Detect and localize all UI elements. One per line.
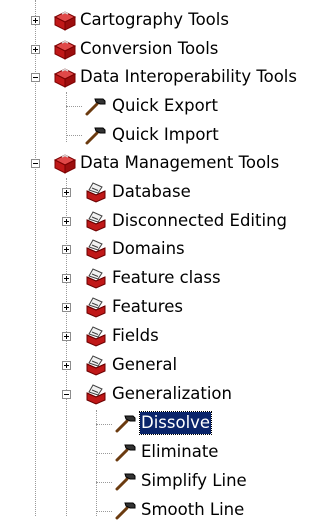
tree-item-general[interactable]: General (0, 351, 329, 380)
collapse-toggle[interactable] (62, 390, 71, 399)
tree-item-label: Quick Export (112, 96, 218, 115)
tree-item-label: Fields (112, 326, 159, 345)
open-toolset-icon (86, 297, 106, 318)
tree-item-label: Features (112, 297, 183, 316)
tree-item-label: Smooth Line (141, 500, 245, 519)
tree-item-label: Eliminate (141, 442, 219, 461)
tree-item-label: Conversion Tools (80, 39, 219, 58)
tree-item-label: Database (112, 182, 191, 201)
tree-item-data-management-tools[interactable]: Data Management Tools (0, 149, 329, 178)
expand-toggle[interactable] (62, 245, 71, 254)
red-toolbox-icon (53, 40, 77, 60)
tree-item-quick-import[interactable]: Quick Import (0, 121, 329, 150)
open-toolset-icon (86, 326, 106, 347)
tree-item-data-interoperability-tools[interactable]: Data Interoperability Tools (0, 63, 329, 92)
collapse-toggle[interactable] (31, 73, 40, 82)
expand-toggle[interactable] (62, 361, 71, 370)
tree-item-dissolve[interactable]: Dissolve (0, 409, 329, 438)
tree-item-generalization[interactable]: Generalization (0, 380, 329, 409)
toolbox-tree: Cartography Tools Conversion Tools Data … (0, 0, 329, 520)
tree-item-conversion-tools[interactable]: Conversion Tools (0, 35, 329, 64)
open-toolset-icon (86, 384, 106, 405)
hammer-icon (85, 127, 106, 145)
expand-toggle[interactable] (31, 45, 40, 54)
tree-item-simplify-line[interactable]: Simplify Line (0, 467, 329, 496)
hammer-icon (115, 415, 136, 433)
hammer-icon (115, 444, 136, 462)
expand-toggle[interactable] (31, 16, 40, 25)
expand-toggle[interactable] (62, 188, 71, 197)
tree-item-feature-class[interactable]: Feature class (0, 264, 329, 293)
expand-toggle[interactable] (62, 332, 71, 341)
tree-item-label: Cartography Tools (80, 10, 229, 29)
open-toolset-icon (86, 211, 106, 232)
tree-item-eliminate[interactable]: Eliminate (0, 438, 329, 467)
open-toolset-icon (86, 355, 106, 376)
collapse-toggle[interactable] (31, 159, 40, 168)
expand-toggle[interactable] (62, 303, 71, 312)
tree-item-label: General (112, 355, 178, 374)
hammer-icon (115, 502, 136, 520)
tree-item-label: Data Interoperability Tools (80, 67, 297, 86)
tree-item-cartography-tools[interactable]: Cartography Tools (0, 6, 329, 35)
expand-toggle[interactable] (62, 217, 71, 226)
tree-item-smooth-line[interactable]: Smooth Line (0, 496, 329, 525)
red-toolbox-icon (53, 154, 77, 174)
red-toolbox-icon (53, 11, 77, 31)
hammer-icon (85, 98, 106, 116)
tree-item-label: Generalization (112, 384, 232, 403)
hammer-icon (115, 473, 136, 491)
open-toolset-icon (86, 239, 106, 260)
tree-item-label: Domains (112, 239, 185, 258)
tree-item-label-selected: Dissolve (138, 411, 213, 435)
red-toolbox-icon (53, 68, 77, 88)
expand-toggle[interactable] (62, 274, 71, 283)
tree-item-label: Quick Import (112, 125, 219, 144)
tree-item-quick-export[interactable]: Quick Export (0, 92, 329, 121)
open-toolset-icon (86, 182, 106, 203)
tree-item-fields[interactable]: Fields (0, 322, 329, 351)
tree-item-label: Data Management Tools (80, 153, 280, 172)
tree-item-label: Feature class (112, 268, 221, 287)
tree-item-label: Simplify Line (141, 471, 247, 490)
tree-item-domains[interactable]: Domains (0, 235, 329, 264)
open-toolset-icon (86, 268, 106, 289)
tree-item-label: Disconnected Editing (112, 211, 287, 230)
tree-item-database[interactable]: Database (0, 178, 329, 207)
tree-item-features[interactable]: Features (0, 293, 329, 322)
tree-item-disconnected-editing[interactable]: Disconnected Editing (0, 207, 329, 236)
